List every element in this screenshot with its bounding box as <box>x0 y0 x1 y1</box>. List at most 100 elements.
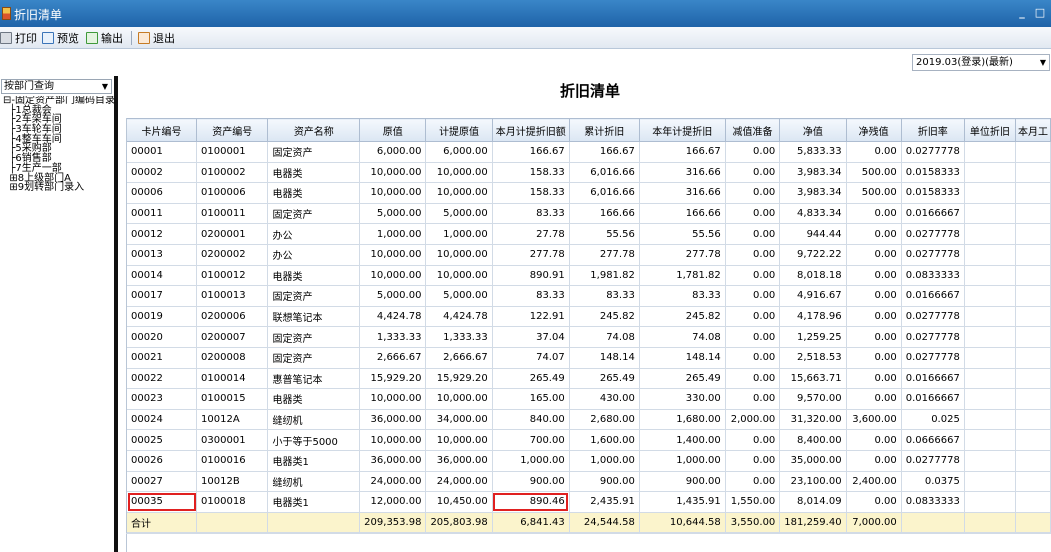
table-cell[interactable] <box>1014 408 1051 431</box>
table-cell[interactable]: 166.66 <box>568 202 640 225</box>
table-cell[interactable]: 0.0833333 <box>900 264 965 287</box>
table-cell[interactable]: 3,983.34 <box>779 182 847 204</box>
column-header[interactable]: 本年计提折旧 <box>638 118 726 142</box>
table-cell[interactable]: 0.00 <box>845 264 902 287</box>
table-cell[interactable]: 0.0666667 <box>900 429 965 451</box>
table-cell[interactable]: 1,000.00 <box>568 449 640 472</box>
column-header[interactable]: 本月工 <box>1014 118 1051 142</box>
table-cell[interactable]: 0.0277778 <box>900 305 965 328</box>
maximize-button[interactable]: □ <box>1032 5 1048 21</box>
table-cell[interactable]: 1,981.82 <box>568 264 640 287</box>
table-cell[interactable] <box>1014 223 1051 245</box>
table-cell[interactable]: 12,000.00 <box>359 491 427 513</box>
table-cell[interactable]: 1,400.00 <box>638 429 726 451</box>
table-row[interactable]: 00022 0100014 惠普笔记本 15,929.20 15,929.20 265.4… <box>125 367 1051 390</box>
table-cell[interactable]: 00035 <box>125 491 198 513</box>
table-cell[interactable]: 74.07 <box>491 346 570 369</box>
table-cell[interactable]: 0.00 <box>845 223 902 245</box>
table-cell[interactable]: 10012B <box>196 470 269 493</box>
table-cell[interactable]: 0.00 <box>724 388 781 410</box>
table-cell[interactable]: 1,781.82 <box>638 264 726 287</box>
table-cell[interactable]: 0.0277778 <box>900 346 965 369</box>
table-cell[interactable] <box>1014 429 1051 451</box>
table-cell[interactable]: 0100006 <box>196 182 269 204</box>
table-row[interactable]: 00027 10012B 缝纫机 24,000.00 24,000.00 900.00 90… <box>125 470 1051 493</box>
table-cell[interactable]: 158.33 <box>491 161 570 184</box>
table-cell[interactable] <box>963 305 1016 328</box>
table-cell[interactable]: 10,000.00 <box>425 429 493 451</box>
table-cell[interactable]: 166.66 <box>638 202 726 225</box>
table-row[interactable]: 00014 0100012 电器类 10,000.00 10,000.00 890.91 1… <box>125 264 1051 287</box>
table-cell[interactable]: 00024 <box>125 408 198 431</box>
table-cell[interactable] <box>963 429 1016 451</box>
column-header[interactable]: 计提原值 <box>425 118 493 142</box>
table-cell[interactable]: 00017 <box>125 285 198 307</box>
table-row[interactable]: 00006 0100006 电器类 10,000.00 10,000.00 158.33 6… <box>125 182 1051 204</box>
department-query-select[interactable]: 按部门查询 ▼ <box>1 79 112 94</box>
table-cell[interactable]: 55.56 <box>568 223 640 245</box>
table-cell[interactable]: 5,000.00 <box>425 202 493 225</box>
table-cell[interactable] <box>963 408 1016 431</box>
table-cell[interactable]: 00021 <box>125 346 198 369</box>
table-cell[interactable]: 840.00 <box>491 408 570 431</box>
table-cell[interactable]: 0.0277778 <box>900 243 965 266</box>
table-cell[interactable]: 0.00 <box>845 367 902 390</box>
table-cell[interactable]: 0100002 <box>196 161 269 184</box>
preview-button[interactable]: 预览 <box>42 30 79 46</box>
table-cell[interactable]: 0.00 <box>724 285 781 307</box>
table-cell[interactable]: 1,000.00 <box>359 223 427 245</box>
table-cell[interactable]: 83.33 <box>491 202 570 225</box>
table-cell[interactable]: 固定资产 <box>267 202 361 225</box>
table-cell[interactable]: 265.49 <box>491 367 570 390</box>
chevron-down-icon[interactable]: ▼ <box>102 80 108 93</box>
table-cell[interactable] <box>1014 326 1051 348</box>
table-cell[interactable]: 1,600.00 <box>568 429 640 451</box>
table-cell[interactable]: 4,178.96 <box>779 305 847 328</box>
table-cell[interactable]: 0.00 <box>724 470 781 493</box>
table-cell[interactable]: 83.33 <box>491 285 570 307</box>
table-cell[interactable]: 0.00 <box>845 449 902 472</box>
table-cell[interactable]: 900.00 <box>638 470 726 493</box>
table-cell[interactable]: 0.00 <box>845 305 902 328</box>
table-cell[interactable]: 1,000.00 <box>638 449 726 472</box>
table-cell[interactable]: 265.49 <box>638 367 726 390</box>
table-cell[interactable]: 0200006 <box>196 305 269 328</box>
table-cell[interactable]: 4,833.34 <box>779 202 847 225</box>
table-cell[interactable]: 0.0158333 <box>900 182 965 204</box>
table-row[interactable]: 00023 0100015 电器类 10,000.00 10,000.00 165.00 4… <box>125 388 1051 410</box>
table-cell[interactable]: 00022 <box>125 367 198 390</box>
table-cell[interactable]: 165.00 <box>491 388 570 410</box>
table-cell[interactable]: 316.66 <box>638 182 726 204</box>
table-cell[interactable]: 缝纫机 <box>267 470 361 493</box>
export-button[interactable]: 输出 <box>86 30 123 46</box>
table-cell[interactable] <box>963 182 1016 204</box>
table-row[interactable]: 00011 0100011 固定资产 5,000.00 5,000.00 83.33 166… <box>125 202 1051 225</box>
table-cell[interactable]: 10012A <box>196 408 269 431</box>
table-cell[interactable]: 27.78 <box>491 223 570 245</box>
table-cell[interactable]: 0100001 <box>196 141 269 163</box>
table-cell[interactable] <box>1014 491 1051 513</box>
table-cell[interactable] <box>963 243 1016 266</box>
table-cell[interactable]: 277.78 <box>568 243 640 266</box>
table-cell[interactable]: 4,424.78 <box>359 305 427 328</box>
table-cell[interactable]: 277.78 <box>491 243 570 266</box>
table-cell[interactable]: 1,435.91 <box>638 491 726 513</box>
table-cell[interactable]: 2,000.00 <box>724 408 781 431</box>
column-header[interactable]: 净残值 <box>845 118 902 142</box>
table-cell[interactable]: 0.00 <box>724 182 781 204</box>
table-cell[interactable]: 166.67 <box>638 141 726 163</box>
table-cell[interactable]: 83.33 <box>568 285 640 307</box>
table-cell[interactable]: 0.00 <box>724 161 781 184</box>
table-cell[interactable]: 158.33 <box>491 182 570 204</box>
table-cell[interactable]: 4,424.78 <box>425 305 493 328</box>
table-cell[interactable]: 电器类1 <box>267 449 361 472</box>
table-cell[interactable] <box>1014 305 1051 328</box>
column-header[interactable]: 累计折旧 <box>568 118 640 142</box>
table-cell[interactable]: 0100015 <box>196 388 269 410</box>
table-cell[interactable]: 0.0277778 <box>900 223 965 245</box>
table-cell[interactable]: 固定资产 <box>267 346 361 369</box>
table-cell[interactable]: 4,916.67 <box>779 285 847 307</box>
table-cell[interactable]: 0.00 <box>724 346 781 369</box>
table-cell[interactable]: 10,000.00 <box>359 182 427 204</box>
table-cell[interactable]: 2,400.00 <box>845 470 902 493</box>
